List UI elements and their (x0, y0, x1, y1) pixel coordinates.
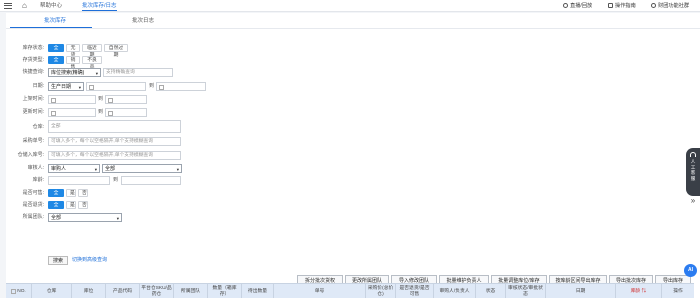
stock-age-min[interactable] (48, 176, 110, 185)
stock-status-label: 库存状态: (22, 45, 44, 51)
stock-type-all[interactable]: 全部 (48, 56, 64, 70)
stock-type-sale[interactable]: 销售 (66, 56, 80, 70)
col-purchase-price: 采购价(总价 仓) (366, 284, 396, 298)
main-card: 批次库存 批次日志 库存状态: 全部 无货 临近期 自然过期 存货类型: 全部 … (6, 13, 700, 298)
col-stock-age[interactable]: 库龄 ⇅ (616, 284, 662, 298)
stock-age-max[interactable] (121, 176, 181, 185)
shelf-time-label: 上架时间: (22, 96, 44, 102)
calendar-icon (108, 110, 113, 116)
table-header: NO. 仓库 库位 产品代码 平台仓SKU/品 药仓 所属团队 数量（箱库 存） 待… (6, 283, 694, 298)
col-actions: 操作 (673, 288, 683, 294)
tab-help-center[interactable]: 帮助中心 (40, 2, 62, 11)
date-label: 日期: (32, 83, 44, 89)
chevron-down-icon: ▾ (94, 167, 97, 172)
community-link[interactable]: 财团功能社群 (651, 2, 689, 11)
headset-icon (690, 152, 696, 157)
calendar-icon (89, 84, 94, 90)
home-icon[interactable]: ⌂ (22, 2, 30, 10)
search-button[interactable]: 搜索 (48, 256, 69, 265)
update-time-end[interactable] (105, 108, 147, 117)
group-icon (651, 2, 656, 8)
sellable-label: 是否可售: (22, 190, 44, 196)
col-pending: 待出数量 (242, 284, 274, 298)
subtab-batch-log[interactable]: 批次日志 (132, 16, 154, 26)
quick-query-select[interactable]: 库位搜索(精确) ▾ (48, 68, 101, 77)
live-replay-link[interactable]: 直播/回放 (563, 2, 592, 11)
team-select[interactable]: 全部 ▾ (48, 213, 122, 222)
date-start-input[interactable] (86, 82, 146, 91)
collapse-arrow-icon[interactable]: » (688, 196, 698, 206)
shelf-time-end[interactable] (105, 95, 147, 104)
shelf-time-start[interactable] (48, 95, 96, 104)
col-warehouse: 仓库 (32, 284, 72, 298)
col-returned-sellable: 是否退货/是否 可售 (396, 284, 434, 298)
stockin-no-input[interactable]: 可填入多个，每个以空格隔开,单个支持模糊查询 (48, 151, 181, 160)
sellable-all[interactable]: 全部 (48, 189, 64, 203)
calendar-icon (108, 97, 113, 103)
team-label: 所属团队: (22, 214, 44, 220)
stock-type-defective[interactable]: 不良品 (82, 56, 102, 70)
chevron-down-icon: ▾ (95, 71, 98, 76)
guide-link[interactable]: 操作指南 (608, 2, 636, 11)
book-icon (608, 2, 613, 8)
stock-status-all[interactable]: 全部 (48, 44, 64, 58)
update-time-label: 更新时间: (22, 109, 44, 115)
chevron-down-icon: ▾ (116, 216, 119, 221)
date-end-input[interactable] (156, 82, 206, 91)
date-type-select[interactable]: 生产日期 ▾ (48, 82, 84, 91)
purchase-no-input[interactable]: 可填入多个，每个以空格隔开,单个支持模糊查询 (48, 137, 181, 146)
date-to-label: 到 (149, 83, 155, 89)
col-team: 所属团队 (174, 284, 208, 298)
warehouse-label: 仓库: (32, 124, 44, 130)
stock-age-to: 到 (113, 177, 119, 183)
update-time-to: 到 (98, 109, 104, 115)
calendar-icon (51, 110, 56, 116)
subtab-divider (6, 28, 700, 29)
auditor-select[interactable]: 全部 ▾ (102, 164, 182, 173)
stock-type-label: 存货类型: (22, 57, 44, 63)
purchase-no-label: 采购单号: (22, 138, 44, 144)
subtab-batch-stock[interactable]: 批次库存 (44, 16, 66, 26)
auditor-type-select[interactable]: 审购人 ▾ (48, 164, 100, 173)
sellable-no[interactable]: 否 (78, 189, 88, 197)
auditor-label: 审核人: (27, 165, 44, 171)
ai-assistant-button[interactable]: AI (684, 264, 697, 277)
quick-query-label: 快捷查询: (22, 69, 44, 75)
play-icon (563, 2, 568, 8)
returned-label: 是否退货: (22, 202, 44, 208)
calendar-icon (51, 97, 56, 103)
chevron-down-icon: ▾ (78, 85, 81, 90)
shelf-time-to: 到 (98, 96, 104, 102)
returned-all[interactable]: 全部 (48, 201, 64, 215)
tab-batch-stock-log[interactable]: 批次库存/日志 (82, 2, 117, 11)
col-date: 日期 (546, 284, 616, 298)
warehouse-input[interactable]: 全部 (48, 120, 181, 133)
returned-yes[interactable]: 是 (66, 201, 76, 209)
update-time-start[interactable] (48, 108, 96, 117)
stockin-no-label: 仓储入库号: (17, 152, 44, 158)
returned-no[interactable]: 否 (78, 201, 88, 209)
menu-icon[interactable] (4, 2, 12, 10)
col-auditor: 审购人/负责人 (434, 284, 476, 298)
col-location: 库位 (72, 284, 106, 298)
stock-status-near[interactable]: 临近期 (82, 44, 102, 58)
stock-age-label: 库龄: (32, 177, 44, 183)
advanced-query-link[interactable]: 切换到高级查询 (72, 256, 107, 265)
stock-status-expired[interactable]: 自然过期 (104, 44, 128, 58)
checkbox[interactable] (11, 289, 17, 294)
sellable-yes[interactable]: 是 (66, 189, 76, 197)
col-quantity: 数量（箱库 存） (208, 284, 242, 298)
col-status: 状态 (476, 284, 506, 298)
col-order-no: 单号 (274, 284, 366, 298)
customer-service-button[interactable]: 人工客服 (686, 148, 700, 196)
col-product-code: 产品代码 (106, 284, 140, 298)
col-platform-sku: 平台仓SKU/品 药仓 (140, 284, 174, 298)
stock-status-none[interactable]: 无货 (66, 44, 80, 58)
col-audit-status: 审核状态/审批状态 (506, 284, 546, 298)
top-bar: ⌂ 帮助中心 批次库存/日志 直播/回放 操作指南 财团功能社群 (0, 0, 700, 12)
col-no[interactable]: NO. (6, 284, 32, 298)
chevron-down-icon: ▾ (176, 167, 179, 172)
quick-query-input[interactable]: 支持精确查询 (103, 68, 173, 77)
calendar-icon (159, 84, 164, 90)
